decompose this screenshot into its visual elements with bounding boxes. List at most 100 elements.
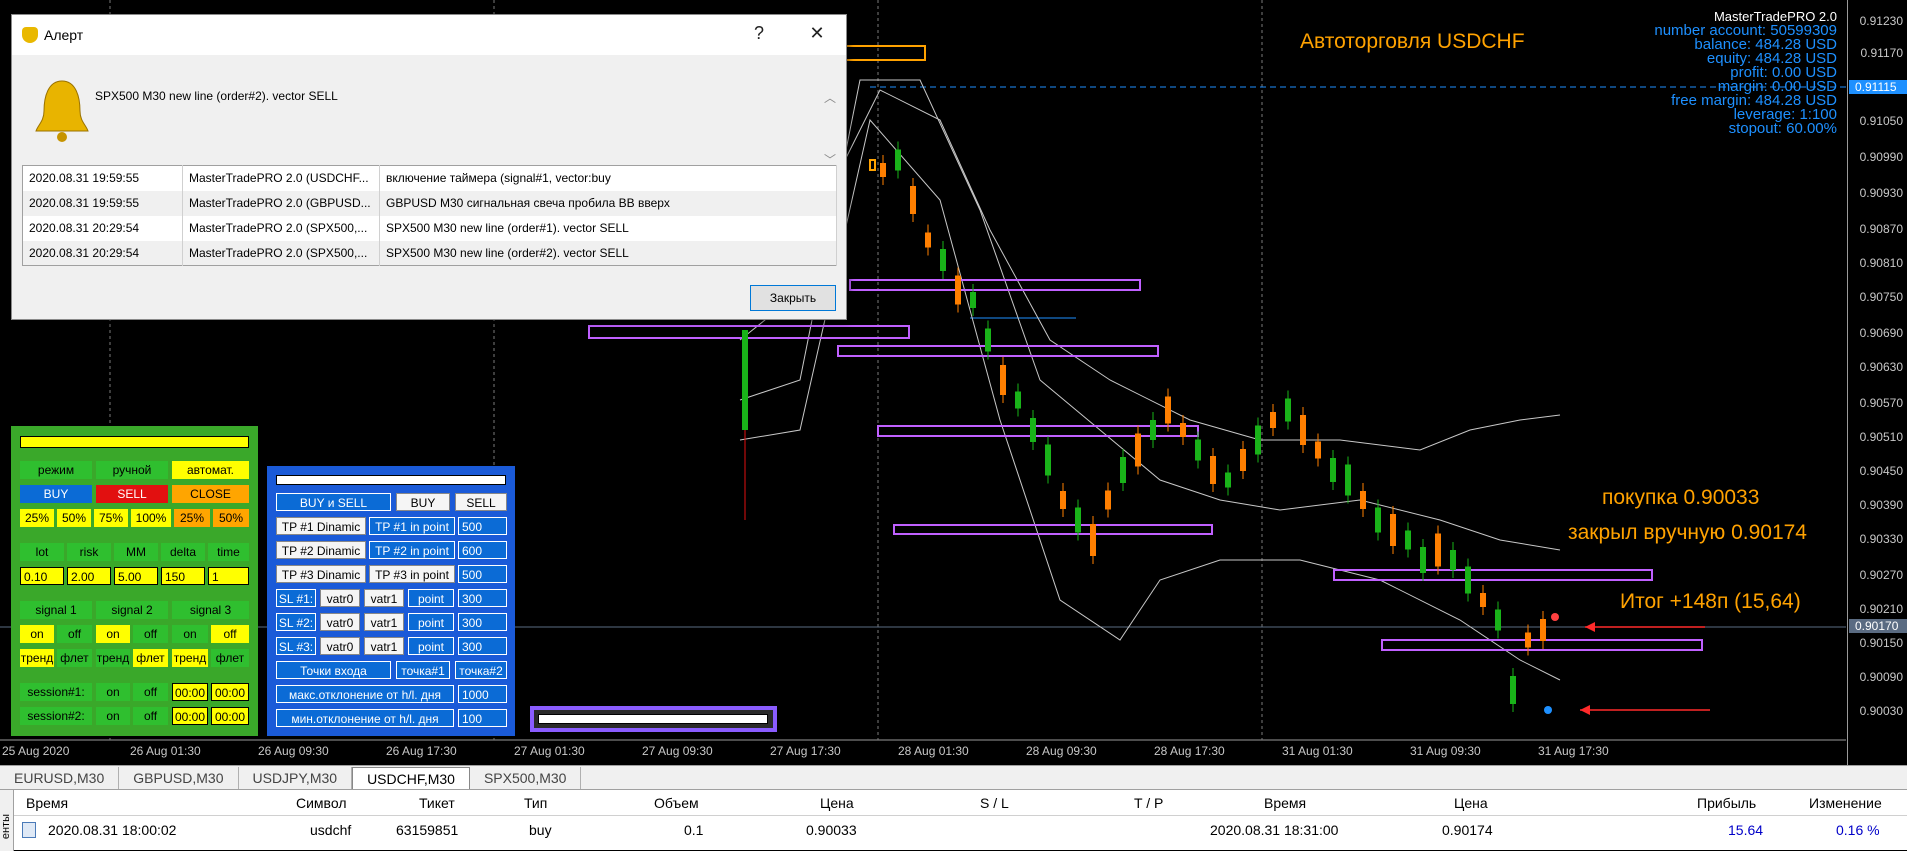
session-1-off-button[interactable]: off bbox=[133, 683, 168, 701]
table-row[interactable]: 2020.08.31 19:59:55 MasterTradePRO 2.0 (… bbox=[22, 190, 837, 216]
sl2-value-input[interactable]: 300 bbox=[458, 613, 507, 631]
history-table[interactable]: енты Время Символ Тикет Тип Объем Цена S… bbox=[0, 789, 1907, 851]
lot-input[interactable]: 0.10 bbox=[20, 567, 64, 585]
col-close-price[interactable]: Цена bbox=[1454, 795, 1488, 811]
signal-2-trend-button[interactable]: тренд bbox=[96, 649, 130, 667]
session-2-end-input[interactable]: 00:00 bbox=[211, 707, 249, 725]
sl3-vatr0-button[interactable]: vatr0 bbox=[320, 637, 360, 655]
sl2-vatr1-button[interactable]: vatr1 bbox=[364, 613, 404, 631]
help-button[interactable]: ? bbox=[744, 23, 774, 47]
table-row[interactable]: 2020.08.31 18:00:02 usdchf 63159851 buy … bbox=[14, 817, 1907, 843]
pct-75-button[interactable]: 75% bbox=[94, 509, 128, 527]
message-scroll-up-icon[interactable]: ︿ bbox=[824, 89, 836, 106]
pct-25-button[interactable]: 25% bbox=[20, 509, 54, 527]
min-deviation-input[interactable]: 100 bbox=[458, 709, 507, 727]
tp1-dynamic-button[interactable]: TP #1 Dinamic bbox=[276, 517, 366, 535]
close-icon[interactable]: ✕ bbox=[802, 23, 832, 47]
side-toolbox-tab[interactable]: енты bbox=[0, 790, 14, 851]
entry-point-2-button[interactable]: точка#2 bbox=[455, 661, 507, 679]
arrow-head-icon bbox=[1580, 705, 1590, 715]
signal-2-on-button[interactable]: on bbox=[96, 625, 130, 643]
buy-and-sell-button[interactable]: BUY и SELL bbox=[276, 493, 391, 511]
close-50-button[interactable]: 50% bbox=[213, 509, 249, 527]
signal-3-trend-button[interactable]: тренд bbox=[172, 649, 208, 667]
col-type[interactable]: Тип bbox=[524, 795, 547, 811]
table-row[interactable]: 2020.08.31 19:59:55 MasterTradePRO 2.0 (… bbox=[22, 165, 837, 191]
tp2-value-input[interactable]: 600 bbox=[458, 541, 507, 559]
close-button[interactable]: Закрыть bbox=[750, 285, 836, 311]
sl3-point-button[interactable]: point bbox=[408, 637, 454, 655]
signal-2-off-button[interactable]: off bbox=[133, 625, 168, 643]
price-tick-label: 0.90750 bbox=[1859, 290, 1903, 304]
tab-usdchf[interactable]: USDCHF,M30 bbox=[352, 767, 470, 789]
max-deviation-input[interactable]: 1000 bbox=[458, 685, 507, 703]
signal-1-trend-button[interactable]: тренд bbox=[20, 649, 54, 667]
tp2-point-button[interactable]: TP #2 in point bbox=[369, 541, 455, 559]
tp3-dynamic-button[interactable]: TP #3 Dinamic bbox=[276, 565, 366, 583]
tp1-point-button[interactable]: TP #1 in point bbox=[369, 517, 455, 535]
delta-input[interactable]: 150 bbox=[161, 567, 205, 585]
buy-button[interactable]: BUY bbox=[20, 485, 92, 503]
session-2-on-button[interactable]: on bbox=[96, 707, 130, 725]
alert-log-table[interactable]: 2020.08.31 19:59:55 MasterTradePRO 2.0 (… bbox=[22, 165, 837, 266]
col-profit[interactable]: Прибыль bbox=[1697, 795, 1756, 811]
col-volume[interactable]: Объем bbox=[654, 795, 699, 811]
signal-1-on-button[interactable]: on bbox=[20, 625, 54, 643]
tp2-dynamic-button[interactable]: TP #2 Dinamic bbox=[276, 541, 366, 559]
tab-eurusd[interactable]: EURUSD,M30 bbox=[0, 767, 120, 789]
purple-status-inner bbox=[538, 714, 768, 724]
session-1-start-input[interactable]: 00:00 bbox=[172, 683, 208, 701]
col-time[interactable]: Время bbox=[26, 795, 68, 811]
session-2-start-input[interactable]: 00:00 bbox=[172, 707, 208, 725]
price-scale[interactable]: 0.91230 0.91170 0.91050 0.90990 0.90930 0.908… bbox=[1847, 0, 1907, 765]
tp3-point-button[interactable]: TP #3 in point bbox=[369, 565, 455, 583]
time-input[interactable]: 1 bbox=[208, 567, 249, 585]
alert-titlebar[interactable]: Алерт bbox=[12, 15, 846, 55]
col-sl[interactable]: S / L bbox=[980, 795, 1009, 811]
signal-3-flat-button[interactable]: флет bbox=[211, 649, 249, 667]
table-row[interactable]: 2020.08.31 20:29:54 MasterTradePRO 2.0 (… bbox=[22, 215, 837, 241]
manual-mode-button[interactable]: ручной bbox=[96, 461, 168, 479]
sl3-value-input[interactable]: 300 bbox=[458, 637, 507, 655]
session-1-on-button[interactable]: on bbox=[96, 683, 130, 701]
risk-input[interactable]: 2.00 bbox=[67, 567, 111, 585]
sl2-vatr0-button[interactable]: vatr0 bbox=[320, 613, 360, 631]
table-row[interactable]: 2020.08.31 20:29:54 MasterTradePRO 2.0 (… bbox=[22, 240, 837, 266]
sl1-point-button[interactable]: point bbox=[408, 589, 454, 607]
close-25-button[interactable]: 25% bbox=[174, 509, 210, 527]
signal-2-flat-button[interactable]: флет bbox=[133, 649, 168, 667]
pct-50-button[interactable]: 50% bbox=[57, 509, 91, 527]
col-price[interactable]: Цена bbox=[820, 795, 854, 811]
auto-mode-button[interactable]: автомат. bbox=[172, 461, 249, 479]
entry-points-button[interactable]: Точки входа bbox=[276, 661, 391, 679]
col-close-time[interactable]: Время bbox=[1264, 795, 1306, 811]
tab-spx500[interactable]: SPX500,M30 bbox=[470, 767, 582, 789]
col-symbol[interactable]: Символ bbox=[296, 795, 346, 811]
price-tick-label: 0.90630 bbox=[1859, 360, 1903, 374]
sl2-point-button[interactable]: point bbox=[408, 613, 454, 631]
sl1-vatr0-button[interactable]: vatr0 bbox=[320, 589, 360, 607]
col-tp[interactable]: T / P bbox=[1134, 795, 1163, 811]
tp-buy-button[interactable]: BUY bbox=[396, 493, 450, 511]
pct-100-button[interactable]: 100% bbox=[131, 509, 171, 527]
signal-3-off-button[interactable]: off bbox=[211, 625, 249, 643]
session-1-end-input[interactable]: 00:00 bbox=[211, 683, 249, 701]
entry-point-1-button[interactable]: точка#1 bbox=[396, 661, 450, 679]
tab-gbpusd[interactable]: GBPUSD,M30 bbox=[119, 767, 239, 789]
signal-3-on-button[interactable]: on bbox=[172, 625, 208, 643]
tab-usdjpy[interactable]: USDJPY,M30 bbox=[239, 767, 353, 789]
signal-1-flat-button[interactable]: флет bbox=[57, 649, 92, 667]
col-change[interactable]: Изменение bbox=[1809, 795, 1882, 811]
session-2-off-button[interactable]: off bbox=[133, 707, 168, 725]
sell-button[interactable]: SELL bbox=[96, 485, 168, 503]
tp1-value-input[interactable]: 500 bbox=[458, 517, 507, 535]
sl1-vatr1-button[interactable]: vatr1 bbox=[364, 589, 404, 607]
sl3-vatr1-button[interactable]: vatr1 bbox=[364, 637, 404, 655]
mm-input[interactable]: 5.00 bbox=[114, 567, 158, 585]
col-ticket[interactable]: Тикет bbox=[419, 795, 455, 811]
close-all-button[interactable]: CLOSE bbox=[172, 485, 249, 503]
sl1-value-input[interactable]: 300 bbox=[458, 589, 507, 607]
tp-sell-button[interactable]: SELL bbox=[455, 493, 507, 511]
signal-1-off-button[interactable]: off bbox=[57, 625, 92, 643]
tp3-value-input[interactable]: 500 bbox=[458, 565, 507, 583]
